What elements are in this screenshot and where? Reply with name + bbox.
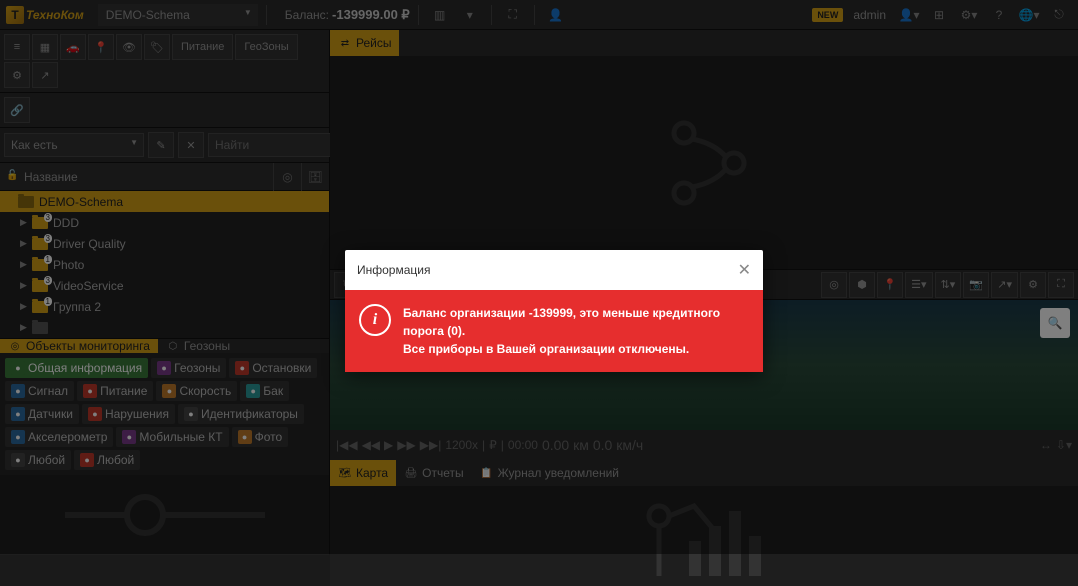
- link-icon[interactable]: 🔗: [4, 97, 30, 123]
- username: admin: [853, 8, 886, 22]
- bottom-placeholder: [330, 486, 1078, 586]
- tree-row[interactable]: ▶3VideoService: [0, 275, 329, 296]
- time-value: 00:00: [508, 438, 538, 452]
- download-icon[interactable]: ⇩▾: [1056, 438, 1072, 452]
- gear-icon[interactable]: ⚙: [4, 62, 30, 88]
- speed-value: 1200x: [445, 438, 478, 452]
- sort-icon[interactable]: ⇅▾: [935, 272, 962, 298]
- info-tab[interactable]: ●Остановки: [229, 358, 317, 378]
- clear-icon[interactable]: ✕: [178, 132, 204, 158]
- list-icon[interactable]: ≡: [4, 34, 30, 60]
- info-tab[interactable]: ●Бак: [240, 381, 289, 401]
- grid-icon[interactable]: ▦: [32, 34, 58, 60]
- velocity-value: 0.0 км/ч: [593, 437, 643, 453]
- skip-end-icon[interactable]: ▶▶|: [420, 438, 442, 452]
- play-icon[interactable]: ▶: [384, 438, 393, 452]
- map-search-button[interactable]: 🔍: [1040, 308, 1070, 338]
- info-tab[interactable]: ●Нарушения: [82, 404, 175, 424]
- info-placeholder: [0, 475, 329, 555]
- info-tab[interactable]: ●Общая информация: [5, 358, 148, 378]
- tree-row[interactable]: ▶3Driver Quality: [0, 233, 329, 254]
- forward-icon[interactable]: ▶▶: [397, 438, 415, 452]
- tab-geozones[interactable]: ⬡Геозоны: [158, 339, 238, 353]
- power-button[interactable]: Питание: [172, 34, 233, 60]
- info-tab[interactable]: ●Мобильные КТ: [116, 427, 228, 447]
- tab-trips[interactable]: ⇄Рейсы: [330, 30, 399, 56]
- layout-icon[interactable]: ▥: [427, 2, 453, 28]
- user-icon[interactable]: 👤: [543, 2, 569, 28]
- logout-icon[interactable]: ⎋: [1046, 2, 1072, 28]
- balance-label: Баланс: -139999.00 ₽: [285, 7, 410, 23]
- database-icon[interactable]: 🗄: [301, 163, 329, 191]
- target-icon[interactable]: ◎: [273, 163, 301, 191]
- info-tab[interactable]: ●Датчики: [5, 404, 79, 424]
- globe-icon[interactable]: 🌐▾: [1016, 2, 1042, 28]
- expand-icon[interactable]: ⛶: [500, 2, 526, 28]
- tree-header: Название ◎ 🗄: [0, 163, 329, 191]
- close-icon[interactable]: ✕: [738, 260, 751, 280]
- window-icon[interactable]: ⊞: [926, 2, 952, 28]
- vehicle-icon[interactable]: 🚗: [60, 34, 86, 60]
- left-bottom-tabs: ◎Объекты мониторинга ⬡Геозоны: [0, 338, 329, 353]
- left-panel: ≡ ▦ 🚗 📍 👁 🏷 Питание ГеоЗоны ⚙ ↗ 🔗 Как ес…: [0, 30, 330, 554]
- modal-message: Баланс организации -139999, это меньше к…: [403, 304, 749, 358]
- chevron-down-icon[interactable]: ▾: [457, 2, 483, 28]
- tree-row[interactable]: DEMO-Schema: [0, 191, 329, 212]
- help-icon[interactable]: ?: [986, 2, 1012, 28]
- trips-placeholder: [330, 56, 1078, 269]
- tree-row[interactable]: ▶3DDD: [0, 212, 329, 233]
- user-menu-icon[interactable]: 👤▾: [896, 2, 922, 28]
- tree-row[interactable]: ▶1Группа 2: [0, 296, 329, 317]
- info-tab[interactable]: ●Идентификаторы: [178, 404, 304, 424]
- tree-row[interactable]: ▶: [0, 317, 329, 338]
- info-tab[interactable]: ●Любой: [74, 450, 140, 470]
- tab-reports[interactable]: 🖨Отчеты: [396, 460, 471, 486]
- marker-icon[interactable]: 📍: [877, 272, 903, 298]
- logo: TТехноКом: [6, 6, 84, 24]
- hex-icon[interactable]: ⬢: [849, 272, 875, 298]
- left-toolbar: ≡ ▦ 🚗 📍 👁 🏷 Питание ГеоЗоны ⚙ ↗: [0, 30, 329, 93]
- eye-off-icon[interactable]: 👁: [116, 34, 142, 60]
- left-toolbar-2: 🔗: [0, 93, 329, 128]
- target-icon[interactable]: ◎: [821, 272, 847, 298]
- object-tree: DEMO-Schema▶3DDD▶3Driver Quality▶1Photo▶…: [0, 191, 329, 338]
- schema-select[interactable]: DEMO-Schema: [98, 4, 258, 26]
- fullscreen-icon[interactable]: ⛶: [1048, 272, 1074, 298]
- info-tab[interactable]: ●Любой: [5, 450, 71, 470]
- info-tab[interactable]: ●Скорость: [156, 381, 237, 401]
- rewind-icon[interactable]: ◀◀: [362, 438, 380, 452]
- info-modal: Информация ✕ i Баланс организации -13999…: [345, 250, 763, 372]
- edit-icon[interactable]: ✎: [148, 132, 174, 158]
- info-tab[interactable]: ●Сигнал: [5, 381, 74, 401]
- info-panel-tabs: ●Общая информация●Геозоны●Остановки ●Сигн…: [0, 353, 329, 475]
- filter-mode-select[interactable]: Как есть: [4, 133, 144, 157]
- geozones-button[interactable]: ГеоЗоны: [235, 34, 297, 60]
- info-tab[interactable]: ●Фото: [232, 427, 289, 447]
- modal-title: Информация: [357, 263, 430, 277]
- expand-h-icon[interactable]: ↔: [1040, 438, 1052, 452]
- top-bar: TТехноКом DEMO-Schema Баланс: -139999.00…: [0, 0, 1078, 30]
- gear-icon[interactable]: ⚙▾: [956, 2, 982, 28]
- distance-value: 0.00 км: [542, 437, 589, 453]
- tag-icon[interactable]: 🏷: [144, 34, 170, 60]
- popout-icon[interactable]: ↗: [32, 62, 58, 88]
- info-tab[interactable]: ●Питание: [77, 381, 153, 401]
- settings-icon[interactable]: ⚙: [1020, 272, 1046, 298]
- share-icon[interactable]: ↗▾: [991, 272, 1018, 298]
- info-tab[interactable]: ●Геозоны: [151, 358, 226, 378]
- info-icon: i: [359, 304, 391, 336]
- tab-objects[interactable]: ◎Объекты мониторинга: [0, 339, 158, 353]
- tab-journal[interactable]: 📋Журнал уведомлений: [472, 460, 627, 486]
- info-tab[interactable]: ●Акселерометр: [5, 427, 113, 447]
- tab-map[interactable]: 🗺Карта: [330, 460, 396, 486]
- new-badge[interactable]: NEW: [812, 8, 843, 22]
- pin-icon[interactable]: 📍: [88, 34, 114, 60]
- playback-controls: |◀◀ ◀◀ ▶ ▶▶ ▶▶| 1200x |₽| 00:00 0.00 км …: [330, 430, 1078, 460]
- layers-icon[interactable]: ☰▾: [905, 272, 932, 298]
- skip-start-icon[interactable]: |◀◀: [336, 438, 358, 452]
- tree-row[interactable]: ▶1Photo: [0, 254, 329, 275]
- camera-icon[interactable]: 📷: [963, 272, 989, 298]
